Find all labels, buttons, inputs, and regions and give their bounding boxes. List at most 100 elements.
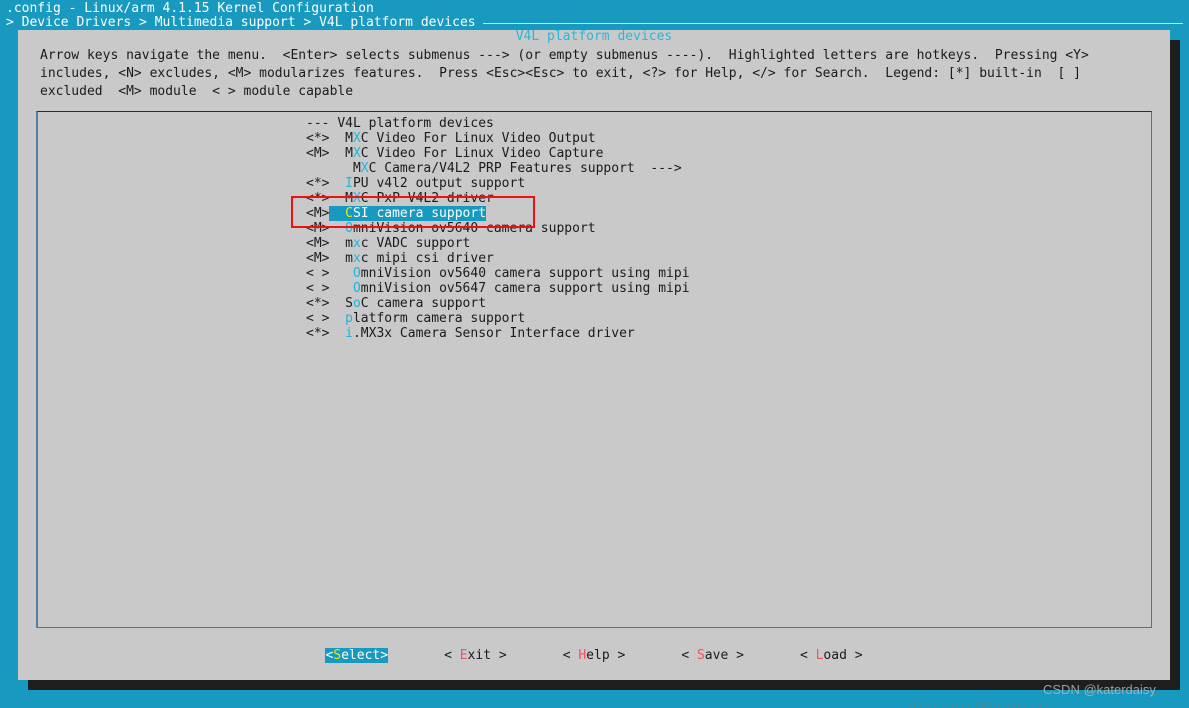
- option-row[interactable]: <M> OmniVision ov5640 camera support: [306, 221, 1126, 236]
- option-marker: <M>: [306, 236, 330, 251]
- menuconfig-dialog: V4L platform devices Arrow keys navigate…: [18, 29, 1170, 680]
- option-hotkey: I: [345, 176, 353, 191]
- option-label: C Video For Linux Video Output: [360, 131, 596, 146]
- option-row[interactable]: <*> MXC Video For Linux Video Output: [306, 131, 1126, 146]
- option-hotkey: C: [345, 206, 353, 221]
- oad-button[interactable]: < Load >: [800, 648, 863, 663]
- button-bracket-open: <: [799, 647, 816, 663]
- option-row[interactable]: <*> MXC PxP V4L2 driver: [306, 191, 1126, 206]
- option-label-pre: S: [345, 296, 353, 311]
- option-label: C PxP V4L2 driver: [360, 191, 494, 206]
- option-hotkey: x: [352, 236, 361, 251]
- option-row[interactable]: <M> MXC Video For Linux Video Capture: [306, 146, 1126, 161]
- option-indent: [329, 206, 345, 221]
- option-row[interactable]: <*> SoC camera support: [306, 296, 1126, 311]
- option-marker: <*>: [306, 176, 330, 191]
- option-marker: <M>: [306, 146, 330, 161]
- option-label-pre: M: [345, 191, 353, 206]
- option-label: SI camera support: [352, 206, 487, 221]
- option-hotkey: X: [352, 131, 361, 146]
- breadcrumb-text: > Device Drivers > Multimedia support > …: [6, 14, 476, 30]
- breadcrumb: > Device Drivers > Multimedia support > …: [6, 14, 1189, 30]
- option-indent: [329, 251, 345, 266]
- button-bracket-open: <: [562, 647, 579, 663]
- option-hotkey: X: [352, 191, 361, 206]
- option-row[interactable]: MXC Camera/V4L2 PRP Features support ---…: [306, 161, 1126, 176]
- option-indent: [329, 191, 345, 206]
- option-hotkey: O: [345, 221, 353, 236]
- button-label: xit: [467, 647, 492, 663]
- option-list: --- V4L platform devices <*> MXC Video Fo…: [306, 116, 1126, 341]
- button-bracket-close: >: [846, 647, 863, 663]
- button-bracket-close: >: [609, 647, 626, 663]
- option-marker: < >: [306, 266, 330, 281]
- terminal-header: .config - Linux/arm 4.1.15 Kernel Config…: [0, 0, 1189, 30]
- option-label-pre: M: [345, 131, 353, 146]
- button-hotkey: H: [578, 647, 587, 663]
- option-row[interactable]: <M> mxc mipi csi driver: [306, 251, 1126, 266]
- option-hotkey: O: [352, 266, 361, 281]
- button-label: elect: [341, 647, 381, 663]
- button-hotkey: E: [459, 647, 468, 663]
- option-indent: [329, 311, 345, 326]
- option-label: mniVision ov5640 camera support using mi…: [360, 266, 690, 281]
- option-indent: [329, 176, 345, 191]
- button-label: ave: [704, 647, 729, 663]
- option-indent: [329, 131, 345, 146]
- help-text: Arrow keys navigate the menu. <Enter> se…: [40, 48, 1097, 99]
- button-bracket-close: >: [728, 647, 744, 663]
- option-row[interactable]: < > OmniVision ov5640 camera support usi…: [306, 266, 1126, 281]
- option-marker: < >: [306, 311, 330, 326]
- option-row-selected[interactable]: <M> CSI camera support: [306, 206, 487, 221]
- button-bracket-close: >: [491, 647, 507, 663]
- option-label: mniVision ov5640 camera support: [352, 221, 596, 236]
- option-label: mniVision ov5647 camera support using mi…: [360, 281, 690, 296]
- option-indent: [329, 161, 352, 176]
- option-row[interactable]: < > OmniVision ov5647 camera support usi…: [306, 281, 1126, 296]
- option-hotkey: O: [352, 281, 361, 296]
- option-marker: <*>: [306, 191, 330, 206]
- option-indent: [329, 296, 345, 311]
- xit-button[interactable]: < Exit >: [444, 648, 507, 663]
- option-marker: ---: [306, 116, 330, 131]
- option-label-pre: m: [345, 236, 353, 251]
- option-label: .MX3x Camera Sensor Interface driver: [352, 326, 635, 341]
- option-marker: <*>: [306, 296, 330, 311]
- button-hotkey: S: [696, 647, 705, 663]
- option-row[interactable]: <M> mxc VADC support: [306, 236, 1126, 251]
- option-marker: <M>: [306, 206, 330, 221]
- option-hotkey: X: [352, 146, 361, 161]
- button-bracket-open: <: [681, 647, 697, 663]
- option-label: C Camera/V4L2 PRP Features support --->: [368, 161, 682, 176]
- option-label-pre: M: [352, 161, 361, 176]
- option-marker: < >: [306, 281, 330, 296]
- config-title: .config - Linux/arm 4.1.15 Kernel Config…: [6, 1, 374, 16]
- option-hotkey: X: [360, 161, 369, 176]
- option-indent: [329, 236, 345, 251]
- option-indent: [329, 266, 352, 281]
- option-marker: [306, 161, 329, 176]
- option-marker: <M>: [306, 221, 330, 236]
- button-bracket-open: <: [444, 647, 460, 663]
- option-row[interactable]: <*> IPU v4l2 output support: [306, 176, 1126, 191]
- option-label: latform camera support: [352, 311, 526, 326]
- option-marker: <*>: [306, 326, 330, 341]
- option-label: PU v4l2 output support: [352, 176, 526, 191]
- option-label: C Video For Linux Video Capture: [360, 146, 604, 161]
- option-indent: [329, 146, 345, 161]
- elp-button[interactable]: < Help >: [563, 648, 626, 663]
- option-label-pre: M: [345, 146, 353, 161]
- option-row[interactable]: --- V4L platform devices: [306, 116, 1126, 131]
- option-row[interactable]: <*> i.MX3x Camera Sensor Interface drive…: [306, 326, 1126, 341]
- option-label: V4L platform devices: [337, 116, 494, 131]
- option-indent: [329, 221, 345, 236]
- elect-button[interactable]: <Select>: [325, 647, 389, 663]
- option-list-box[interactable]: --- V4L platform devices <*> MXC Video Fo…: [36, 111, 1152, 628]
- dialog-title: V4L platform devices: [515, 29, 673, 44]
- option-row[interactable]: < > platform camera support: [306, 311, 1126, 326]
- option-hotkey: x: [352, 251, 361, 266]
- button-hotkey: S: [333, 647, 342, 663]
- option-hotkey: p: [345, 311, 353, 326]
- ave-button[interactable]: < Save >: [681, 648, 744, 663]
- button-label: elp: [586, 647, 610, 663]
